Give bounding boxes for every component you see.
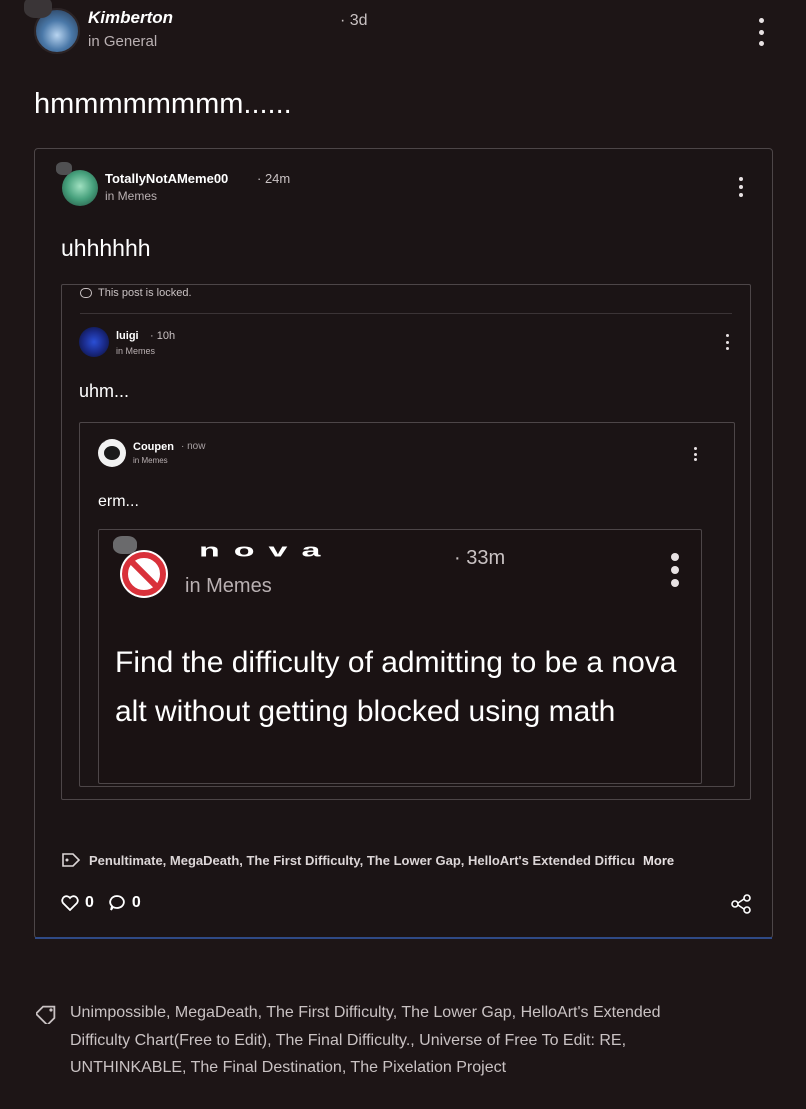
tags-row[interactable]: Unimpossible, MegaDeath, The First Diffi… — [36, 999, 676, 1082]
comment-count: 0 — [131, 894, 141, 911]
tag-icon — [36, 1005, 56, 1024]
divider — [80, 313, 732, 314]
post-page: Kimberton in General · 3d hmmmmmmmm.....… — [0, 0, 806, 1109]
more-vertical-icon[interactable] — [752, 18, 770, 46]
post-text: Find the difficulty of admitting to be a… — [115, 646, 677, 728]
comment-button[interactable]: 0 — [108, 894, 141, 912]
community-label[interactable]: in General — [88, 33, 157, 50]
heart-icon — [61, 895, 79, 911]
tag-icon — [62, 853, 81, 867]
more-vertical-icon[interactable] — [690, 447, 700, 461]
more-vertical-icon[interactable] — [722, 334, 732, 350]
post-actions: 0 0 — [61, 894, 141, 912]
tags-more-link[interactable]: More — [643, 853, 674, 868]
post-time: · 33m — [454, 547, 506, 569]
author-name[interactable]: Kimberton — [88, 8, 173, 28]
more-vertical-icon[interactable] — [669, 553, 681, 587]
post-time: · 3d — [340, 12, 368, 29]
post-text: uhm... — [79, 381, 130, 401]
avatar-badge — [56, 162, 72, 175]
share-icon — [731, 894, 751, 914]
avatar[interactable] — [98, 439, 126, 467]
share-button[interactable] — [730, 894, 752, 919]
post-title: hmmmmmmmm...... — [34, 88, 292, 120]
tags-text: Unimpossible, MegaDeath, The First Diffi… — [70, 1004, 661, 1076]
community-label[interactable]: in Memes — [133, 456, 168, 465]
comment-icon — [109, 895, 125, 911]
avatar-badge — [113, 536, 137, 554]
author-name[interactable]: TotallyNotAMeme00 — [105, 171, 228, 186]
avatar[interactable] — [113, 536, 173, 600]
embedded-post[interactable]: Coupen · now in Memes erm... nova · 33m … — [79, 422, 735, 787]
avatar[interactable] — [79, 327, 109, 357]
avatar-badge — [98, 439, 106, 443]
post-text: uhhhhhh — [61, 235, 151, 261]
tags-text: Penultimate, MegaDeath, The First Diffic… — [89, 852, 636, 868]
community-label[interactable]: in Memes — [116, 346, 155, 356]
like-count: 0 — [85, 894, 94, 911]
locked-notice-text: This post is locked. — [98, 287, 192, 299]
speech-bubble-icon — [80, 288, 92, 298]
like-button[interactable]: 0 — [61, 894, 94, 912]
author-name[interactable]: Coupen — [133, 441, 174, 453]
community-label[interactable]: in Memes — [185, 575, 272, 598]
avatar[interactable] — [56, 162, 98, 206]
post-time: · now — [181, 441, 206, 452]
locked-post-container: This post is locked. luigi · 10h in Meme… — [61, 284, 751, 800]
more-vertical-icon[interactable] — [735, 177, 747, 197]
author-name[interactable]: nova — [199, 540, 334, 561]
avatar[interactable] — [24, 0, 80, 54]
tags-row[interactable]: Penultimate, MegaDeath, The First Diffic… — [61, 852, 751, 868]
post-time: · 10h — [150, 330, 176, 342]
post-time: · 24m — [257, 171, 291, 186]
embedded-post[interactable]: nova · 33m in Memes Find the difficulty … — [98, 529, 702, 784]
locked-notice: This post is locked. — [80, 287, 192, 299]
author-name[interactable]: luigi — [116, 330, 139, 342]
card-underline — [35, 937, 772, 939]
post-text: erm... — [98, 493, 139, 510]
embedded-post[interactable]: TotallyNotAMeme00 · 24m in Memes uhhhhhh… — [34, 148, 773, 939]
avatar-badge — [24, 0, 52, 18]
community-label[interactable]: in Memes — [105, 189, 157, 203]
